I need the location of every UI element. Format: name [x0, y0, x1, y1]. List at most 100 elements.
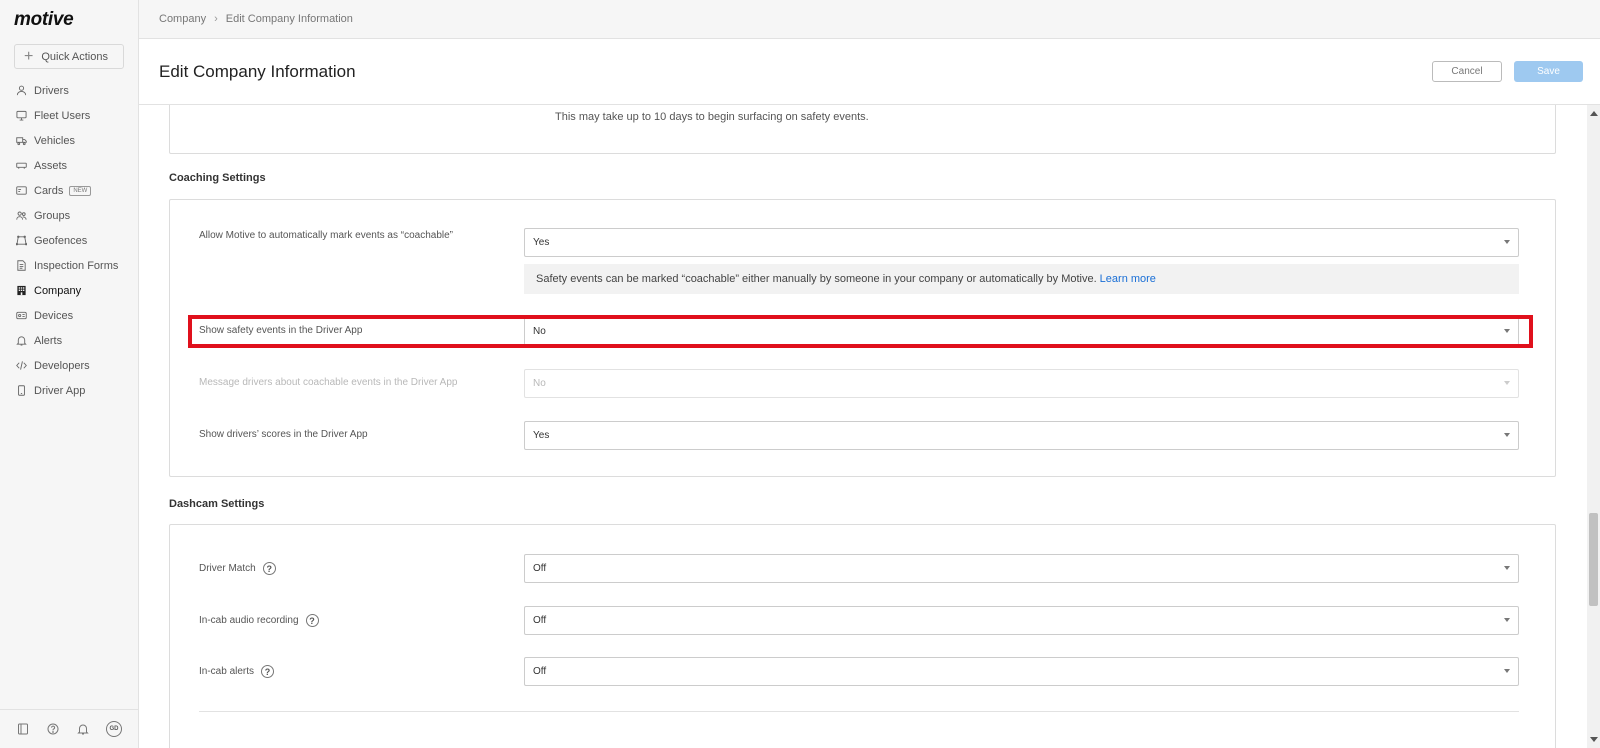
breadcrumb-current: Edit Company Information [225, 13, 353, 25]
select-value: Off [533, 615, 547, 626]
sidebar-item-label: Fleet Users [34, 109, 91, 122]
sidebar-item-vehicles[interactable]: Vehicles [0, 128, 139, 153]
sidebar-item-company[interactable]: Company [0, 278, 139, 303]
audio-recording-text: In-cab audio recording [199, 615, 299, 626]
chevron-down-icon [1504, 381, 1510, 385]
scrollbar-thumb[interactable] [1589, 513, 1598, 606]
audio-recording-select[interactable]: Off [524, 606, 1519, 635]
notification-bell-icon[interactable] [76, 723, 89, 736]
divider [199, 711, 1519, 712]
audio-recording-label: In-cab audio recording ? [199, 614, 319, 627]
show-safety-events-label: Show safety events in the Driver App [199, 325, 363, 336]
sidebar-item-groups[interactable]: Groups [0, 203, 139, 228]
plus-icon: + [24, 47, 34, 65]
dashcam-settings-title: Dashcam Settings [169, 498, 265, 510]
coachable-info-box: Safety events can be marked “coachable” … [524, 264, 1519, 294]
motive-logo[interactable]: motive [14, 9, 74, 31]
sidebar-item-developers[interactable]: Developers [0, 353, 139, 378]
select-value: Yes [533, 237, 550, 248]
trailer-icon [16, 160, 27, 171]
sidebar-item-assets[interactable]: Assets [0, 153, 139, 178]
chevron-down-icon [1504, 618, 1510, 622]
show-scores-select[interactable]: Yes [524, 421, 1519, 450]
sidebar-item-label: Devices [34, 309, 74, 322]
help-icon[interactable] [46, 723, 59, 736]
page-header: Edit Company Information Cancel Save [139, 39, 1600, 105]
sidebar-item-label: Assets [34, 159, 68, 172]
main-panel: Company › Edit Company Information Edit … [139, 0, 1600, 748]
sidebar: motive + Quick Actions Drivers Fleet Use… [0, 0, 139, 748]
coachable-auto-select[interactable]: Yes [524, 228, 1519, 257]
select-value: No [533, 326, 546, 337]
vertical-scrollbar[interactable] [1587, 105, 1600, 748]
message-drivers-label: Message drivers about coachable events i… [199, 377, 458, 388]
document-icon [16, 260, 27, 271]
coachable-auto-label: Allow Motive to automatically mark event… [199, 230, 453, 241]
sidebar-item-label: Company [34, 284, 82, 297]
chevron-down-icon [1504, 240, 1510, 244]
sidebar-item-label: Groups [34, 209, 71, 222]
sidebar-item-driver-app[interactable]: Driver App [0, 378, 139, 403]
in-cab-alerts-label: In-cab alerts ? [199, 665, 275, 678]
sidebar-item-label: Vehicles [34, 134, 75, 147]
sidebar-item-inspection-forms[interactable]: Inspection Forms [0, 253, 139, 278]
quick-actions-button[interactable]: + Quick Actions [14, 44, 124, 69]
show-safety-events-select[interactable]: No [524, 318, 1519, 345]
sidebar-footer: GD [0, 709, 139, 748]
quick-actions-label: Quick Actions [41, 50, 108, 63]
learn-more-link[interactable]: Learn more [1100, 273, 1156, 285]
bell-icon [16, 335, 27, 346]
help-icon[interactable]: ? [262, 562, 276, 575]
sidebar-item-label: Developers [34, 359, 90, 372]
driver-match-label: Driver Match ? [199, 562, 276, 575]
top-card-note: This may take up to 10 days to begin sur… [555, 111, 869, 123]
scroll-up-arrow-icon[interactable] [1590, 111, 1598, 116]
show-scores-label: Show drivers’ scores in the Driver App [199, 429, 368, 440]
card-icon [16, 185, 27, 196]
monitor-icon [16, 110, 27, 121]
sidebar-item-label: Geofences [34, 234, 88, 247]
breadcrumb-separator: › [214, 13, 218, 25]
select-value: Off [533, 563, 547, 574]
dashcam-settings-card: Driver Match ? Off In-cab audio recordin… [169, 524, 1556, 748]
sidebar-item-alerts[interactable]: Alerts [0, 328, 139, 353]
settings-content: This may take up to 10 days to begin sur… [139, 105, 1584, 748]
sidebar-item-geofences[interactable]: Geofences [0, 228, 139, 253]
coachable-info-text: Safety events can be marked “coachable” … [536, 273, 1097, 285]
sidebar-item-label: Alerts [34, 334, 63, 347]
chevron-down-icon [1504, 566, 1510, 570]
chevron-down-icon [1504, 329, 1510, 333]
phone-icon [16, 385, 27, 396]
coaching-settings-title: Coaching Settings [169, 172, 266, 184]
help-icon[interactable]: ? [305, 614, 319, 627]
person-icon [16, 85, 27, 96]
device-icon [16, 310, 27, 321]
sidebar-item-label: Cards [34, 184, 64, 197]
top-settings-card: This may take up to 10 days to begin sur… [169, 105, 1556, 154]
sidebar-item-drivers[interactable]: Drivers [0, 78, 139, 103]
avatar[interactable]: GD [106, 721, 122, 737]
driver-match-select[interactable]: Off [524, 554, 1519, 583]
save-button[interactable]: Save [1514, 61, 1583, 82]
book-icon[interactable] [16, 723, 29, 736]
sidebar-item-label: Drivers [34, 84, 69, 97]
group-icon [16, 210, 27, 221]
building-icon [16, 285, 27, 296]
chevron-down-icon [1504, 433, 1510, 437]
app-root: motive + Quick Actions Drivers Fleet Use… [0, 0, 1600, 748]
sidebar-item-cards[interactable]: Cards NEW [0, 178, 139, 203]
breadcrumb-company-link[interactable]: Company [159, 13, 206, 25]
sidebar-nav: Drivers Fleet Users Vehicles Assets Card… [0, 78, 139, 403]
message-drivers-select[interactable]: No [524, 369, 1519, 398]
help-icon[interactable]: ? [261, 665, 275, 678]
select-value: No [533, 378, 546, 389]
sidebar-item-devices[interactable]: Devices [0, 303, 139, 328]
in-cab-alerts-select[interactable]: Off [524, 657, 1519, 686]
sidebar-item-label: Driver App [34, 384, 86, 397]
scroll-down-arrow-icon[interactable] [1590, 737, 1598, 742]
sidebar-item-fleet-users[interactable]: Fleet Users [0, 103, 139, 128]
cancel-button[interactable]: Cancel [1432, 61, 1502, 82]
geofence-icon [16, 235, 27, 246]
select-value: Yes [533, 430, 550, 441]
coaching-settings-card: Allow Motive to automatically mark event… [169, 199, 1556, 477]
